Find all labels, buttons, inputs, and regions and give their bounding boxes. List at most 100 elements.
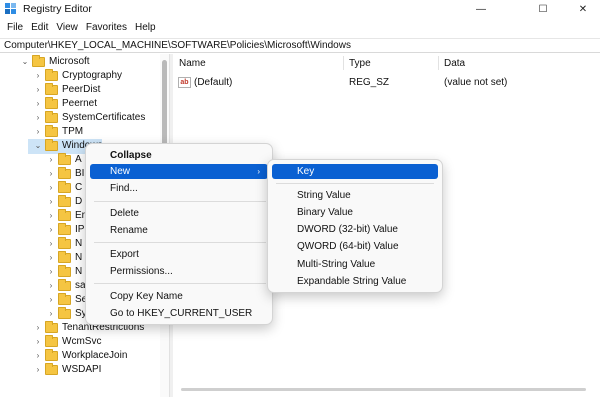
menu-item-new[interactable]: New › (90, 164, 268, 179)
folder-icon (58, 195, 71, 207)
menu-bar: File Edit View Favorites Help (0, 19, 600, 37)
menu-file[interactable]: File (3, 19, 27, 37)
folder-icon (45, 139, 58, 151)
chevron-right-icon[interactable]: › (47, 153, 55, 167)
folder-icon (58, 251, 71, 263)
context-menu: Collapse New › Find... Delete Rename Exp… (85, 143, 273, 325)
tree-item-label: Cryptography (62, 70, 123, 81)
submenu-item-key[interactable]: Key (272, 164, 438, 179)
submenu-item-string-value[interactable]: String Value (272, 188, 438, 203)
folder-icon (45, 97, 58, 109)
menu-separator (276, 183, 434, 184)
chevron-right-icon[interactable]: › (47, 195, 55, 209)
folder-icon (58, 223, 71, 235)
chevron-right-icon[interactable]: › (47, 251, 55, 265)
tree-item-label: IP (75, 224, 85, 235)
tree-item-label: Microsoft (49, 56, 90, 67)
value-data: (value not set) (444, 77, 508, 88)
menu-help[interactable]: Help (131, 19, 160, 37)
title-bar: Registry Editor — ☐ ✕ (0, 0, 600, 19)
submenu-item-expandable-string-value[interactable]: Expandable String Value (272, 274, 438, 289)
maximize-icon: ☐ (538, 4, 548, 15)
menu-item-export[interactable]: Export (90, 247, 268, 262)
chevron-right-icon[interactable]: › (47, 293, 55, 307)
menu-item-rename[interactable]: Rename (90, 223, 268, 238)
menu-item-delete[interactable]: Delete (90, 206, 268, 221)
folder-icon (58, 153, 71, 165)
chevron-right-icon[interactable]: › (47, 181, 55, 195)
chevron-right-icon[interactable]: › (47, 223, 55, 237)
tree-item-label: N (75, 266, 83, 277)
horizontal-scrollbar[interactable] (181, 388, 586, 391)
tree-item-label: A (75, 154, 82, 165)
minimize-button[interactable]: — (458, 0, 504, 19)
value-name: (Default) (194, 77, 233, 88)
column-header-name[interactable]: Name (179, 58, 206, 69)
menu-item-find[interactable]: Find... (90, 181, 268, 196)
chevron-right-icon[interactable]: › (34, 363, 42, 377)
folder-icon (58, 279, 71, 291)
folder-icon (58, 293, 71, 305)
tree-item[interactable]: › WorkplaceJoin (0, 349, 160, 363)
address-bar[interactable]: Computer\HKEY_LOCAL_MACHINE\SOFTWARE\Pol… (0, 38, 600, 53)
chevron-right-icon[interactable]: › (34, 335, 42, 349)
submenu-item-binary-value[interactable]: Binary Value (272, 205, 438, 220)
menu-view[interactable]: View (52, 19, 82, 37)
chevron-right-icon[interactable]: › (34, 83, 42, 97)
tree-item[interactable]: › WcmSvc (0, 335, 160, 349)
tree-item-label: WSDAPI (62, 364, 102, 375)
tree-item-label: Er (75, 210, 85, 221)
folder-icon (58, 307, 71, 319)
menu-item-go-to-hkcu[interactable]: Go to HKEY_CURRENT_USER (90, 306, 268, 321)
tree-item-label: N (75, 238, 83, 249)
tree-item[interactable]: › TPM (0, 125, 160, 139)
chevron-down-icon[interactable]: ⌄ (21, 55, 29, 69)
menu-separator (94, 283, 266, 284)
tree-item[interactable]: › Cryptography (0, 69, 160, 83)
column-header-type[interactable]: Type (349, 58, 371, 69)
folder-icon (58, 209, 71, 221)
tree-item-label: Peernet (62, 98, 98, 109)
submenu-item-dword-value[interactable]: DWORD (32-bit) Value (272, 222, 438, 237)
menu-separator (94, 201, 266, 202)
chevron-right-icon[interactable]: › (34, 125, 42, 139)
chevron-right-icon[interactable]: › (47, 209, 55, 223)
menu-favorites[interactable]: Favorites (82, 19, 131, 37)
chevron-right-icon[interactable]: › (34, 349, 42, 363)
submenu-item-qword-value[interactable]: QWORD (64-bit) Value (272, 239, 438, 254)
folder-icon (45, 363, 58, 375)
minimize-icon: — (476, 4, 486, 15)
chevron-down-icon[interactable]: ⌄ (34, 139, 42, 153)
chevron-right-icon[interactable]: › (34, 97, 42, 111)
chevron-right-icon[interactable]: › (47, 167, 55, 181)
folder-icon (45, 321, 58, 333)
chevron-right-icon[interactable]: › (34, 69, 42, 83)
menu-item-new-label: New (110, 166, 131, 177)
column-divider[interactable] (343, 56, 344, 70)
column-divider[interactable] (438, 56, 439, 70)
folder-icon (45, 125, 58, 137)
column-header-data[interactable]: Data (444, 58, 465, 69)
tree-item-label: WcmSvc (62, 336, 102, 347)
menu-item-copy-key-name[interactable]: Copy Key Name (90, 289, 268, 304)
menu-separator (94, 242, 266, 243)
tree-item[interactable]: › Peernet (0, 97, 160, 111)
submenu-item-multi-string-value[interactable]: Multi-String Value (272, 257, 438, 272)
chevron-right-icon[interactable]: › (34, 111, 42, 125)
close-button[interactable]: ✕ (560, 0, 600, 19)
chevron-right-icon[interactable]: › (34, 321, 42, 335)
folder-icon (58, 181, 71, 193)
tree-item[interactable]: ⌄ Microsoft (0, 55, 160, 69)
menu-edit[interactable]: Edit (27, 19, 52, 37)
chevron-right-icon[interactable]: › (47, 307, 55, 321)
tree-item[interactable]: › PeerDist (0, 83, 160, 97)
close-icon: ✕ (578, 4, 588, 15)
menu-item-collapse[interactable]: Collapse (90, 148, 268, 163)
menu-item-permissions[interactable]: Permissions... (90, 264, 268, 279)
tree-item[interactable]: › WSDAPI (0, 363, 160, 377)
chevron-right-icon[interactable]: › (47, 279, 55, 293)
tree-item-label: PeerDist (62, 84, 101, 95)
chevron-right-icon[interactable]: › (47, 265, 55, 279)
chevron-right-icon[interactable]: › (47, 237, 55, 251)
tree-item[interactable]: › SystemCertificates (0, 111, 160, 125)
